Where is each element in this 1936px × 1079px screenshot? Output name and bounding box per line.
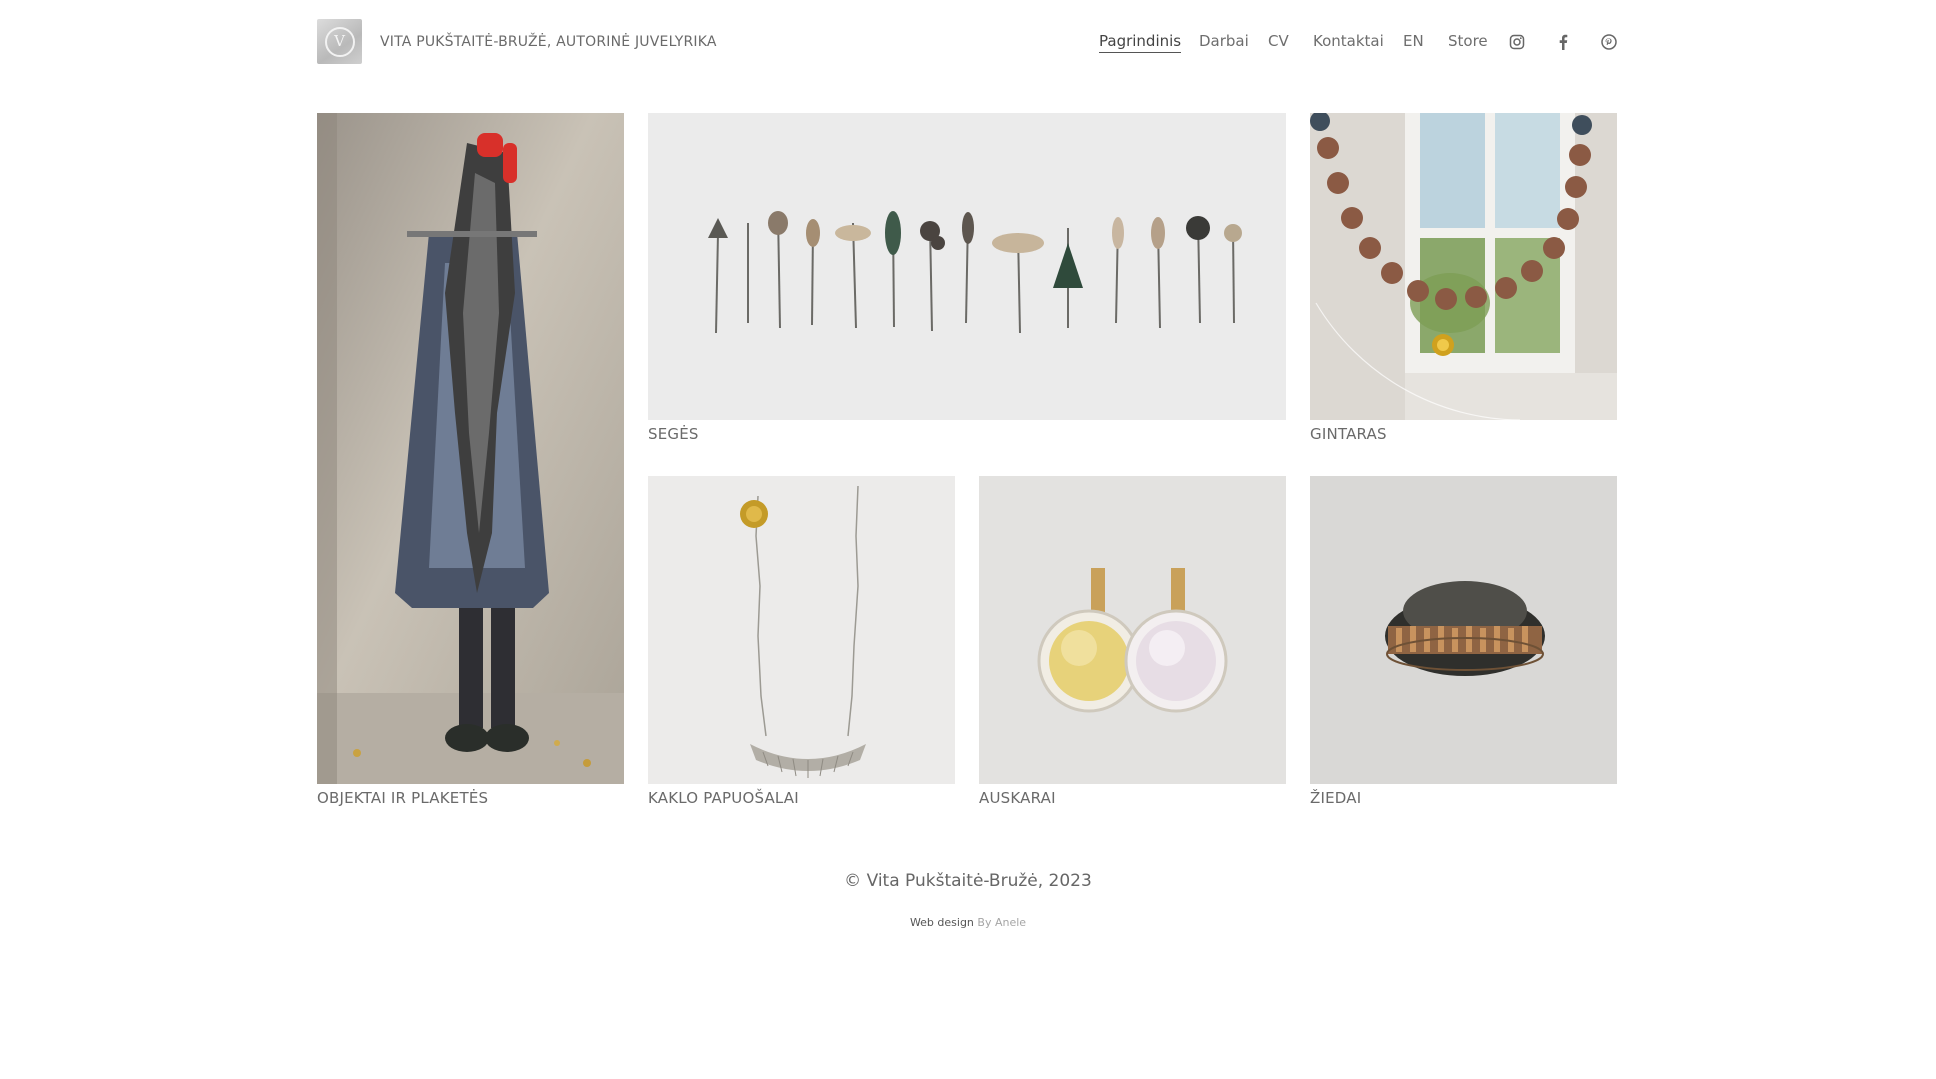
nav-item-kontaktai[interactable]: Kontaktai: [1313, 32, 1384, 50]
gallery-tile-gintaras[interactable]: [1310, 113, 1617, 420]
pinterest-icon[interactable]: [1600, 33, 1618, 51]
gallery-tile-objektai[interactable]: [317, 113, 624, 784]
gallery-caption-gintaras[interactable]: GINTARAS: [1310, 425, 1387, 443]
gintaras-photo: [1310, 113, 1617, 420]
site-logo[interactable]: V: [317, 19, 362, 64]
gallery-caption-auskarai[interactable]: AUSKARAI: [979, 789, 1056, 807]
gallery-tile-seges[interactable]: [648, 113, 1286, 420]
footer-copyright: © Vita Pukštaitė-Bružė, 2023: [844, 871, 1092, 891]
gallery-tile-auskarai[interactable]: [979, 476, 1286, 784]
nav-item-darbai[interactable]: Darbai: [1199, 32, 1249, 50]
site-title[interactable]: VITA PUKŠTAITĖ-BRUŽĖ, AUTORINĖ JUVELYRIK…: [380, 34, 717, 50]
nav-item-cv[interactable]: CV: [1268, 32, 1289, 50]
gallery-tile-kaklo-papuosalai[interactable]: [648, 476, 955, 784]
nav-item-pagrindinis[interactable]: Pagrindinis: [1099, 32, 1182, 53]
auskarai-photo: [979, 476, 1286, 784]
facebook-icon[interactable]: [1554, 33, 1572, 51]
objektai-photo: [317, 113, 624, 784]
gallery-caption-objektai[interactable]: OBJEKTAI IR PLAKETĖS: [317, 789, 488, 807]
nav-item-en[interactable]: EN: [1403, 32, 1424, 50]
gallery-caption-kaklo-papuosalai[interactable]: KAKLO PAPUOŠALAI: [648, 789, 799, 807]
gallery-caption-ziedai[interactable]: ŽIEDAI: [1310, 789, 1361, 807]
gallery-tile-ziedai[interactable]: [1310, 476, 1617, 784]
credit-link[interactable]: By Anele: [977, 916, 1026, 929]
gallery-caption-seges[interactable]: SEGĖS: [648, 425, 699, 443]
kaklo-papuosalai-photo: [648, 476, 955, 784]
credit-label: Web design: [909, 916, 974, 929]
seges-photo: [648, 113, 1286, 420]
nav-item-store[interactable]: Store: [1448, 32, 1488, 50]
page: V VITA PUKŠTAITĖ-BRUŽĖ, AUTORINĖ JUVELYR…: [0, 0, 1936, 1079]
instagram-icon[interactable]: [1508, 33, 1526, 51]
logo-letter: V: [324, 26, 355, 57]
footer-credit: Web design By Anele: [0, 916, 1936, 929]
ziedai-photo: [1310, 476, 1617, 784]
